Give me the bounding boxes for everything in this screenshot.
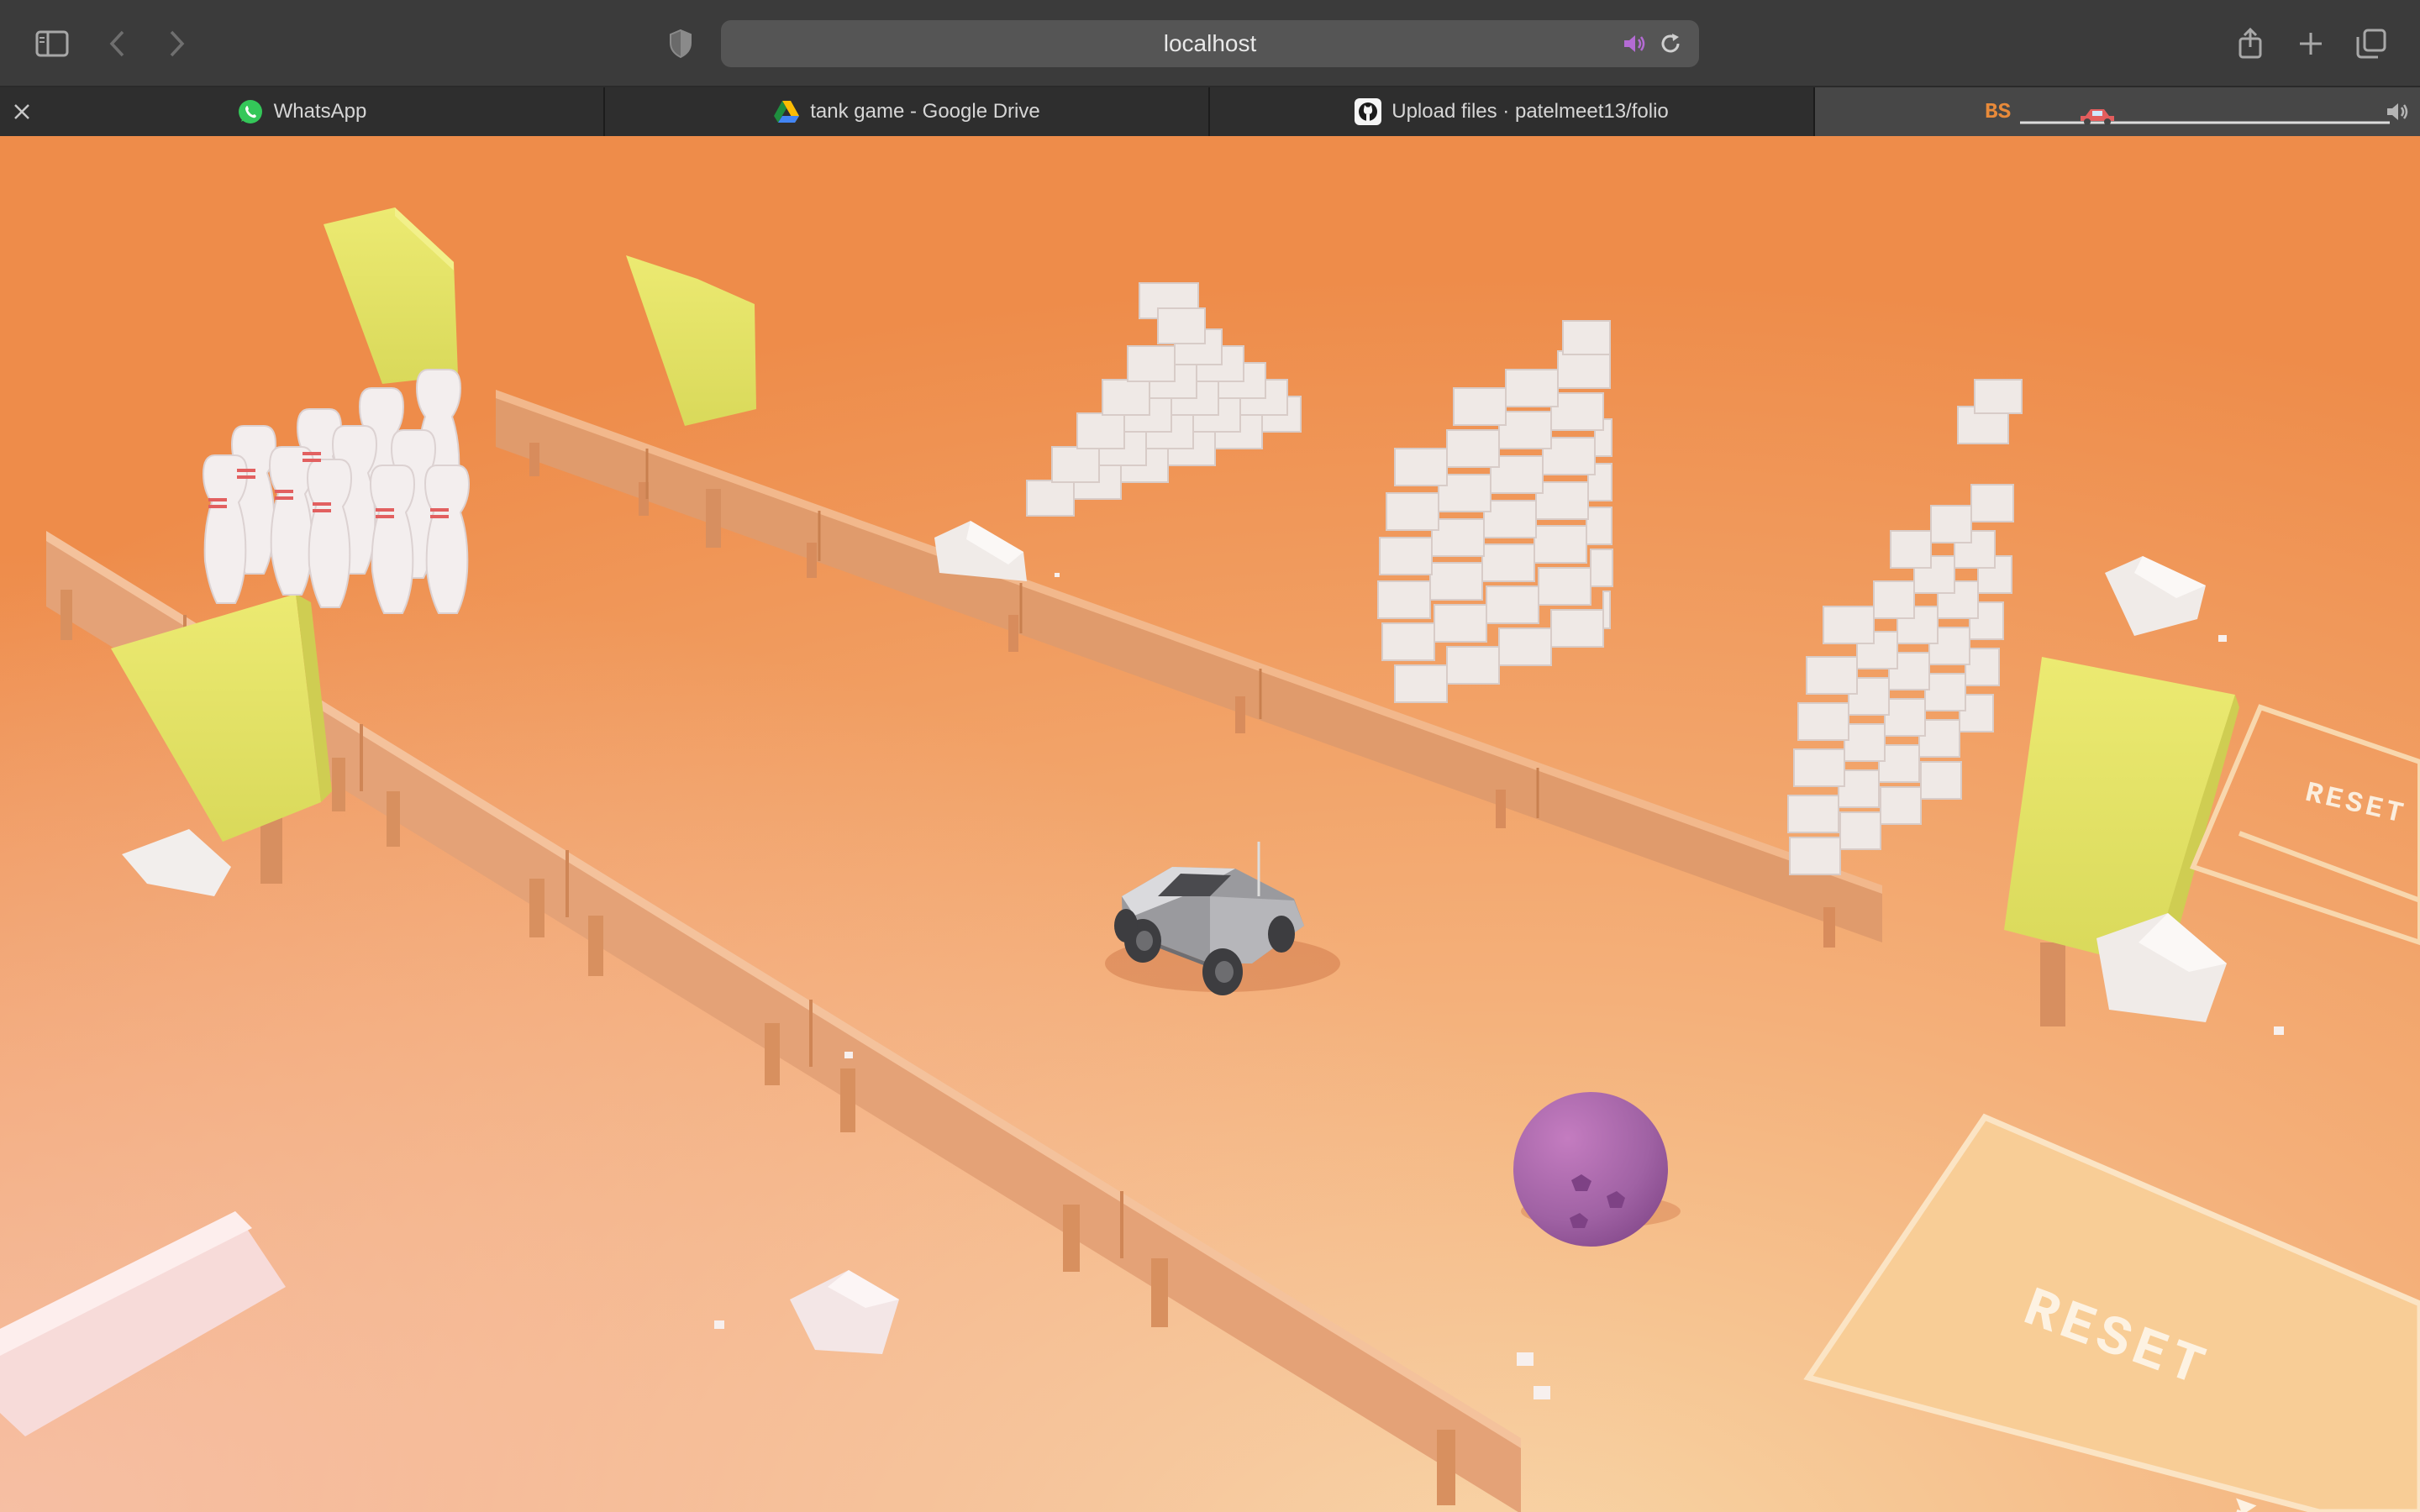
- back-arrow-icon[interactable]: [94, 20, 141, 67]
- reload-icon[interactable]: [1657, 30, 1684, 57]
- whatsapp-icon: [237, 98, 264, 125]
- speaker-icon[interactable]: [2385, 98, 2412, 125]
- bs-favicon-icon: BS: [1985, 99, 2012, 124]
- new-tab-icon[interactable]: [2287, 20, 2334, 67]
- tab-active-game[interactable]: BS: [1815, 87, 2420, 136]
- github-icon: [1355, 98, 1382, 125]
- browser-toolbar: localhost: [0, 0, 2420, 87]
- forward-arrow-icon[interactable]: [153, 20, 200, 67]
- tab-label: Upload files · patelmeet13/folio: [1392, 100, 1669, 123]
- share-icon[interactable]: [2227, 20, 2274, 67]
- game-canvas[interactable]: RESET RESET: [0, 136, 2420, 1512]
- url-text[interactable]: localhost: [721, 20, 1699, 67]
- tab-whatsapp[interactable]: WhatsApp: [0, 87, 605, 136]
- tab-bar: WhatsApp tank game - Google Drive Upload…: [0, 87, 2420, 137]
- tab-label: tank game - Google Drive: [810, 100, 1040, 123]
- google-drive-icon: [773, 98, 800, 125]
- address-bar[interactable]: localhost: [721, 20, 1699, 67]
- privacy-shield-icon[interactable]: [657, 20, 704, 67]
- tab-title-car-track-icon: [2020, 96, 2390, 129]
- tab-github[interactable]: Upload files · patelmeet13/folio: [1210, 87, 1815, 136]
- tab-label: WhatsApp: [273, 100, 367, 123]
- tab-google-drive[interactable]: tank game - Google Drive: [605, 87, 1210, 136]
- tab-overview-icon[interactable]: [2348, 20, 2395, 67]
- sidebar-toggle-icon[interactable]: [29, 20, 76, 67]
- tab-audio-icon[interactable]: [1622, 30, 1649, 57]
